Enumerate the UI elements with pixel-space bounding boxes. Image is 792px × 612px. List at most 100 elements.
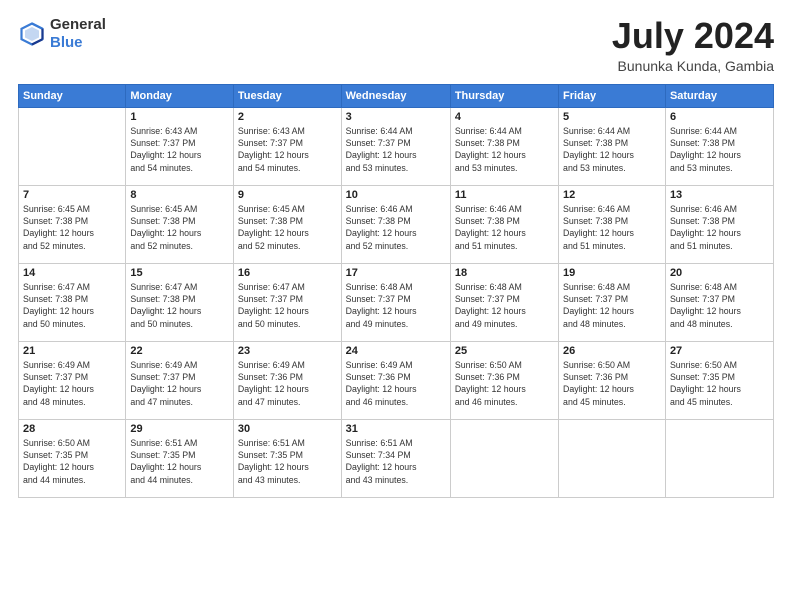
day-number: 13 [670, 189, 769, 201]
title-block: July 2024 Bununka Kunda, Gambia [612, 16, 774, 74]
day-number: 20 [670, 267, 769, 279]
logo-text: General Blue [50, 16, 106, 52]
day-info: Sunrise: 6:44 AMSunset: 7:38 PMDaylight:… [455, 125, 554, 174]
day-number: 30 [238, 423, 337, 435]
day-number: 7 [23, 189, 121, 201]
day-number: 9 [238, 189, 337, 201]
calendar-week-row: 28 Sunrise: 6:50 AMSunset: 7:35 PMDayligh… [19, 419, 774, 497]
day-number: 18 [455, 267, 554, 279]
day-info: Sunrise: 6:45 AMSunset: 7:38 PMDaylight:… [23, 203, 121, 252]
day-info: Sunrise: 6:49 AMSunset: 7:37 PMDaylight:… [23, 359, 121, 408]
calendar-cell: 31Sunrise: 6:51 AMSunset: 7:34 PMDayligh… [341, 419, 450, 497]
calendar-cell [665, 419, 773, 497]
day-number: 15 [130, 267, 229, 279]
col-friday: Friday [559, 84, 666, 107]
calendar-cell: 1 Sunrise: 6:43 AMSunset: 7:37 PMDaylight… [126, 107, 234, 185]
day-info: Sunrise: 6:46 AMSunset: 7:38 PMDaylight:… [563, 203, 661, 252]
day-info: Sunrise: 6:47 AMSunset: 7:37 PMDaylight:… [238, 281, 337, 330]
col-monday: Monday [126, 84, 234, 107]
calendar-cell [450, 419, 558, 497]
calendar-cell: 3Sunrise: 6:44 AMSunset: 7:37 PMDaylight… [341, 107, 450, 185]
day-info: Sunrise: 6:46 AMSunset: 7:38 PMDaylight:… [455, 203, 554, 252]
day-info: Sunrise: 6:49 AMSunset: 7:37 PMDaylight:… [130, 359, 229, 408]
day-number: 12 [563, 189, 661, 201]
calendar-header-row: Sunday Monday Tuesday Wednesday Thursday… [19, 84, 774, 107]
calendar-week-row: 7 Sunrise: 6:45 AMSunset: 7:38 PMDaylight… [19, 185, 774, 263]
day-info: Sunrise: 6:48 AMSunset: 7:37 PMDaylight:… [455, 281, 554, 330]
calendar-cell: 25Sunrise: 6:50 AMSunset: 7:36 PMDayligh… [450, 341, 558, 419]
day-number: 3 [346, 111, 446, 123]
calendar-cell: 23Sunrise: 6:49 AMSunset: 7:36 PMDayligh… [233, 341, 341, 419]
calendar-cell: 30 Sunrise: 6:51 AMSunset: 7:35 PMDayligh… [233, 419, 341, 497]
col-saturday: Saturday [665, 84, 773, 107]
logo: General Blue [18, 16, 106, 52]
day-info: Sunrise: 6:48 AMSunset: 7:37 PMDaylight:… [563, 281, 661, 330]
calendar-cell: 21 Sunrise: 6:49 AMSunset: 7:37 PMDayligh… [19, 341, 126, 419]
day-number: 19 [563, 267, 661, 279]
day-number: 27 [670, 345, 769, 357]
calendar-cell: 19 Sunrise: 6:48 AMSunset: 7:37 PMDayligh… [559, 263, 666, 341]
page: General Blue July 2024 Bununka Kunda, Ga… [0, 0, 792, 612]
col-wednesday: Wednesday [341, 84, 450, 107]
header: General Blue July 2024 Bununka Kunda, Ga… [18, 16, 774, 74]
day-number: 25 [455, 345, 554, 357]
day-number: 28 [23, 423, 121, 435]
calendar-week-row: 1 Sunrise: 6:43 AMSunset: 7:37 PMDaylight… [19, 107, 774, 185]
logo-general: General [50, 16, 106, 33]
calendar-cell: 2Sunrise: 6:43 AMSunset: 7:37 PMDaylight… [233, 107, 341, 185]
calendar-cell: 22Sunrise: 6:49 AMSunset: 7:37 PMDayligh… [126, 341, 234, 419]
col-sunday: Sunday [19, 84, 126, 107]
calendar-cell: 26 Sunrise: 6:50 AMSunset: 7:36 PMDayligh… [559, 341, 666, 419]
day-info: Sunrise: 6:48 AMSunset: 7:37 PMDaylight:… [670, 281, 769, 330]
calendar-cell: 11 Sunrise: 6:46 AMSunset: 7:38 PMDayligh… [450, 185, 558, 263]
calendar-cell: 5Sunrise: 6:44 AMSunset: 7:38 PMDaylight… [559, 107, 666, 185]
calendar-cell: 17Sunrise: 6:48 AMSunset: 7:37 PMDayligh… [341, 263, 450, 341]
calendar-cell: 4 Sunrise: 6:44 AMSunset: 7:38 PMDaylight… [450, 107, 558, 185]
calendar-cell [19, 107, 126, 185]
day-info: Sunrise: 6:49 AMSunset: 7:36 PMDaylight:… [238, 359, 337, 408]
calendar-cell: 8Sunrise: 6:45 AMSunset: 7:38 PMDaylight… [126, 185, 234, 263]
day-number: 4 [455, 111, 554, 123]
day-info: Sunrise: 6:45 AMSunset: 7:38 PMDaylight:… [130, 203, 229, 252]
day-number: 14 [23, 267, 121, 279]
day-info: Sunrise: 6:50 AMSunset: 7:36 PMDaylight:… [563, 359, 661, 408]
day-number: 10 [346, 189, 446, 201]
day-number: 17 [346, 267, 446, 279]
col-thursday: Thursday [450, 84, 558, 107]
title-month: July 2024 [612, 16, 774, 56]
day-info: Sunrise: 6:51 AMSunset: 7:34 PMDaylight:… [346, 437, 446, 486]
day-number: 24 [346, 345, 446, 357]
calendar-cell: 18 Sunrise: 6:48 AMSunset: 7:37 PMDayligh… [450, 263, 558, 341]
calendar-cell: 29 Sunrise: 6:51 AMSunset: 7:35 PMDayligh… [126, 419, 234, 497]
day-number: 1 [130, 111, 229, 123]
calendar-cell: 15 Sunrise: 6:47 AMSunset: 7:38 PMDayligh… [126, 263, 234, 341]
calendar-cell: 6Sunrise: 6:44 AMSunset: 7:38 PMDaylight… [665, 107, 773, 185]
col-tuesday: Tuesday [233, 84, 341, 107]
logo-blue: Blue [50, 34, 83, 51]
calendar-cell: 7 Sunrise: 6:45 AMSunset: 7:38 PMDaylight… [19, 185, 126, 263]
day-info: Sunrise: 6:51 AMSunset: 7:35 PMDaylight:… [238, 437, 337, 486]
calendar-cell: 13 Sunrise: 6:46 AMSunset: 7:38 PMDayligh… [665, 185, 773, 263]
calendar-table: Sunday Monday Tuesday Wednesday Thursday… [18, 84, 774, 498]
day-number: 16 [238, 267, 337, 279]
day-info: Sunrise: 6:46 AMSunset: 7:38 PMDaylight:… [670, 203, 769, 252]
calendar-cell: 20 Sunrise: 6:48 AMSunset: 7:37 PMDayligh… [665, 263, 773, 341]
calendar-cell: 16 Sunrise: 6:47 AMSunset: 7:37 PMDayligh… [233, 263, 341, 341]
day-info: Sunrise: 6:46 AMSunset: 7:38 PMDaylight:… [346, 203, 446, 252]
day-number: 21 [23, 345, 121, 357]
day-number: 11 [455, 189, 554, 201]
calendar-cell: 10 Sunrise: 6:46 AMSunset: 7:38 PMDayligh… [341, 185, 450, 263]
calendar-cell: 14 Sunrise: 6:47 AMSunset: 7:38 PMDayligh… [19, 263, 126, 341]
logo-icon [18, 20, 46, 48]
day-number: 29 [130, 423, 229, 435]
day-info: Sunrise: 6:49 AMSunset: 7:36 PMDaylight:… [346, 359, 446, 408]
day-info: Sunrise: 6:43 AMSunset: 7:37 PMDaylight:… [130, 125, 229, 174]
day-number: 26 [563, 345, 661, 357]
day-number: 6 [670, 111, 769, 123]
calendar-cell: 27Sunrise: 6:50 AMSunset: 7:35 PMDayligh… [665, 341, 773, 419]
day-info: Sunrise: 6:51 AMSunset: 7:35 PMDaylight:… [130, 437, 229, 486]
day-info: Sunrise: 6:47 AMSunset: 7:38 PMDaylight:… [130, 281, 229, 330]
day-info: Sunrise: 6:50 AMSunset: 7:35 PMDaylight:… [23, 437, 121, 486]
day-info: Sunrise: 6:47 AMSunset: 7:38 PMDaylight:… [23, 281, 121, 330]
calendar-cell: 9Sunrise: 6:45 AMSunset: 7:38 PMDaylight… [233, 185, 341, 263]
